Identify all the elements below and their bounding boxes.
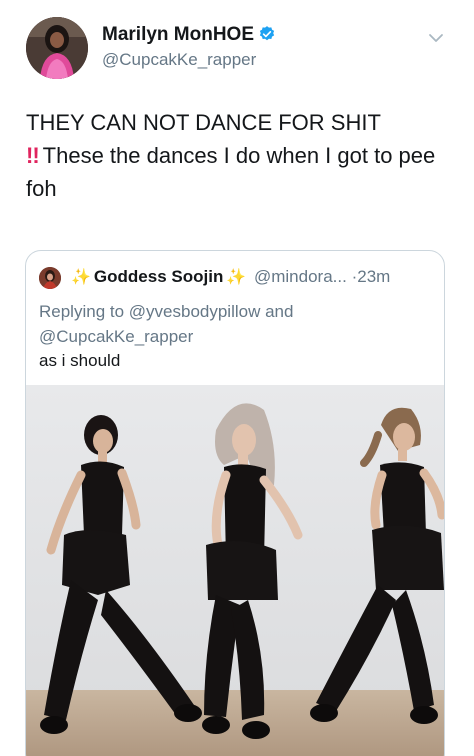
author-display-name[interactable]: Marilyn MonHOE [102, 24, 276, 46]
sparkle-emoji: ✨ [71, 269, 91, 286]
quoted-author-handle: @mindora... [253, 267, 347, 286]
replying-line-2: @CupcakKe_rapper [39, 327, 194, 346]
tweet-text-line2: These the dances I do when I got to pee … [26, 143, 436, 201]
verified-badge-icon [259, 26, 275, 41]
quoted-author-avatar [39, 267, 61, 289]
tweet-text-line1: THEY CAN NOT DANCE FOR SHIT [26, 110, 381, 135]
sparkle-emoji: ✨ [226, 269, 247, 286]
quoted-tweet-text: as i should [39, 351, 121, 370]
author-avatar[interactable] [26, 17, 88, 79]
replying-line-1: Replying to @yvesbodypillow and [39, 302, 294, 321]
tweet-text: THEY CAN NOT DANCE FOR SHIT !! These the … [26, 106, 446, 205]
quoted-author-name: Goddess Soojin [93, 267, 224, 286]
quoted-tweet-time: 23m [357, 267, 391, 286]
double-exclamation-emoji: !! [26, 143, 40, 168]
quoted-tweet-card[interactable]: ✨ Goddess Soojin ✨ @mindora... ·23m Replyi… [25, 250, 445, 756]
author-handle[interactable]: @CupcakKe_rapper [102, 50, 256, 70]
chevron-down-icon[interactable] [428, 30, 444, 46]
replying-to-text: Replying to @yvesbodypillow and @CupcakK… [39, 299, 439, 349]
tweet: Marilyn MonHOE @CupcakKe_rapper THEY CAN… [0, 0, 474, 756]
quoted-tweet-video[interactable] [26, 385, 444, 756]
quoted-tweet-header: ✨ Goddess Soojin ✨ @mindora... ·23m [68, 267, 390, 287]
author-name-text[interactable]: Marilyn MonHOE [102, 24, 254, 45]
